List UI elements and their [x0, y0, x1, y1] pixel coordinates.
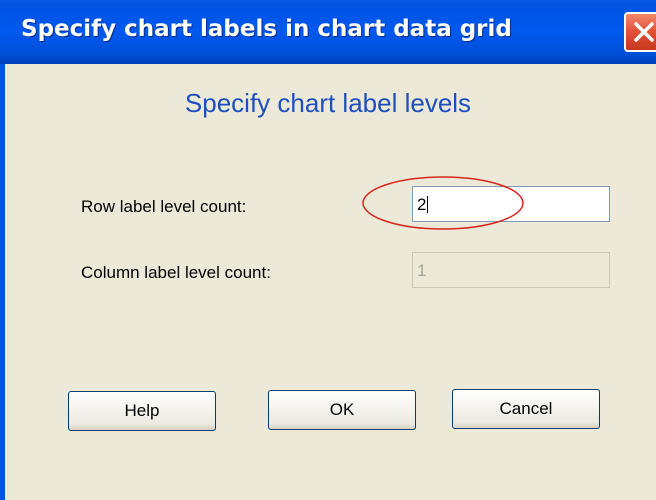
text-caret	[427, 196, 429, 213]
window-title: Specify chart labels in chart data grid	[21, 16, 512, 42]
column-label-count-label: Column label level count:	[81, 263, 271, 282]
cancel-button[interactable]: Cancel	[452, 389, 600, 429]
row-label-count-input[interactable]: 2	[412, 186, 610, 222]
window-frame-left	[0, 64, 5, 500]
row-label-count-value: 2	[417, 195, 427, 214]
ok-button[interactable]: OK	[268, 390, 416, 430]
dialog-window: Specify chart labels in chart data grid …	[0, 0, 656, 500]
column-label-count-input: 1	[412, 252, 610, 288]
help-button[interactable]: Help	[68, 391, 216, 431]
row-label-count-label: Row label level count:	[81, 197, 247, 216]
title-bar[interactable]: Specify chart labels in chart data grid	[0, 0, 656, 64]
column-label-count-value: 1	[417, 261, 427, 280]
close-icon	[634, 22, 654, 42]
dialog-heading: Specify chart label levels	[184, 88, 472, 118]
close-button[interactable]	[624, 12, 656, 52]
